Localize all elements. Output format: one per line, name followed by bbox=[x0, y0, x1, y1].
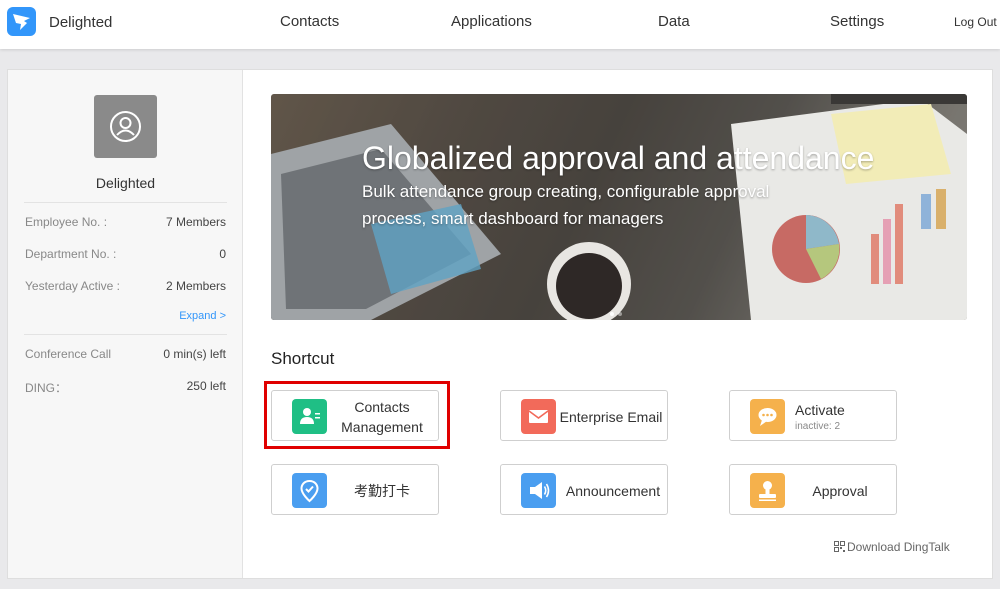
nav-settings[interactable]: Settings bbox=[830, 13, 884, 30]
shortcut-heading: Shortcut bbox=[271, 349, 335, 368]
shortcut-label: Activate bbox=[795, 401, 845, 418]
dingtalk-logo-icon[interactable] bbox=[7, 7, 36, 36]
logout-link[interactable]: Log Out bbox=[954, 15, 997, 29]
location-check-icon bbox=[292, 473, 327, 508]
ding-value: 250 left bbox=[186, 379, 226, 393]
department-count-value: 0 bbox=[219, 247, 226, 261]
download-label: Download DingTalk bbox=[847, 540, 950, 554]
expand-link[interactable]: Expand > bbox=[179, 310, 226, 322]
promo-banner[interactable]: Globalized approval and attendance Bulk … bbox=[271, 94, 967, 320]
divider bbox=[24, 202, 227, 203]
carousel-dot[interactable] bbox=[610, 312, 614, 316]
shortcut-label: Enterprise Email bbox=[559, 408, 663, 425]
banner-title: Globalized approval and attendance bbox=[362, 140, 875, 176]
carousel-dots bbox=[610, 303, 626, 320]
divider bbox=[24, 334, 227, 335]
chat-bubble-icon bbox=[750, 399, 785, 434]
shortcut-label: Announcement bbox=[565, 482, 661, 499]
stamp-icon bbox=[750, 473, 785, 508]
brand-name: Delighted bbox=[49, 14, 113, 31]
yesterday-active-value: 2 Members bbox=[165, 279, 226, 293]
activate-shortcut[interactable]: Activate inactive: 2 bbox=[729, 390, 897, 441]
shortcut-label: 考勤打卡 bbox=[354, 482, 410, 499]
highlight-box bbox=[264, 381, 450, 449]
megaphone-icon bbox=[521, 473, 556, 508]
shortcut-label-group: Activate inactive: 2 bbox=[795, 391, 894, 442]
yesterday-active-label: Yesterday Active : bbox=[25, 279, 120, 293]
nav-applications[interactable]: Applications bbox=[451, 13, 532, 30]
org-sidebar: Delighted Employee No. : 7 Members Depar… bbox=[8, 70, 243, 578]
employee-count-label: Employee No. : bbox=[25, 215, 108, 229]
conference-call-label: Conference Call bbox=[25, 347, 112, 361]
org-name: Delighted bbox=[95, 175, 156, 191]
org-avatar[interactable] bbox=[94, 95, 157, 158]
download-dingtalk-link[interactable]: Download DingTalk bbox=[834, 540, 950, 555]
top-navigation-bar: Delighted Contacts Applications Data Set… bbox=[0, 0, 1000, 49]
attendance-shortcut[interactable]: 考勤打卡 bbox=[271, 464, 439, 515]
announcement-shortcut[interactable]: Announcement bbox=[500, 464, 668, 515]
main-panel: Delighted Employee No. : 7 Members Depar… bbox=[7, 69, 993, 579]
qr-code-icon bbox=[834, 541, 845, 555]
enterprise-email-shortcut[interactable]: Enterprise Email bbox=[500, 390, 668, 441]
conference-call-value: 0 min(s) left bbox=[163, 347, 226, 361]
banner-subtitle: Bulk attendance group creating, configur… bbox=[362, 182, 770, 228]
carousel-dot[interactable] bbox=[618, 312, 622, 316]
user-circle-icon bbox=[110, 111, 141, 142]
approval-shortcut[interactable]: Approval bbox=[729, 464, 897, 515]
mail-icon bbox=[521, 399, 556, 434]
inactive-count: inactive: 2 bbox=[795, 420, 841, 432]
department-count-label: Department No. : bbox=[25, 247, 117, 261]
ding-label: DING： bbox=[25, 381, 68, 395]
nav-data[interactable]: Data bbox=[658, 13, 690, 30]
nav-contacts[interactable]: Contacts bbox=[280, 13, 339, 30]
employee-count-value: 7 Members bbox=[165, 215, 226, 229]
shortcut-label: Approval bbox=[812, 482, 868, 499]
